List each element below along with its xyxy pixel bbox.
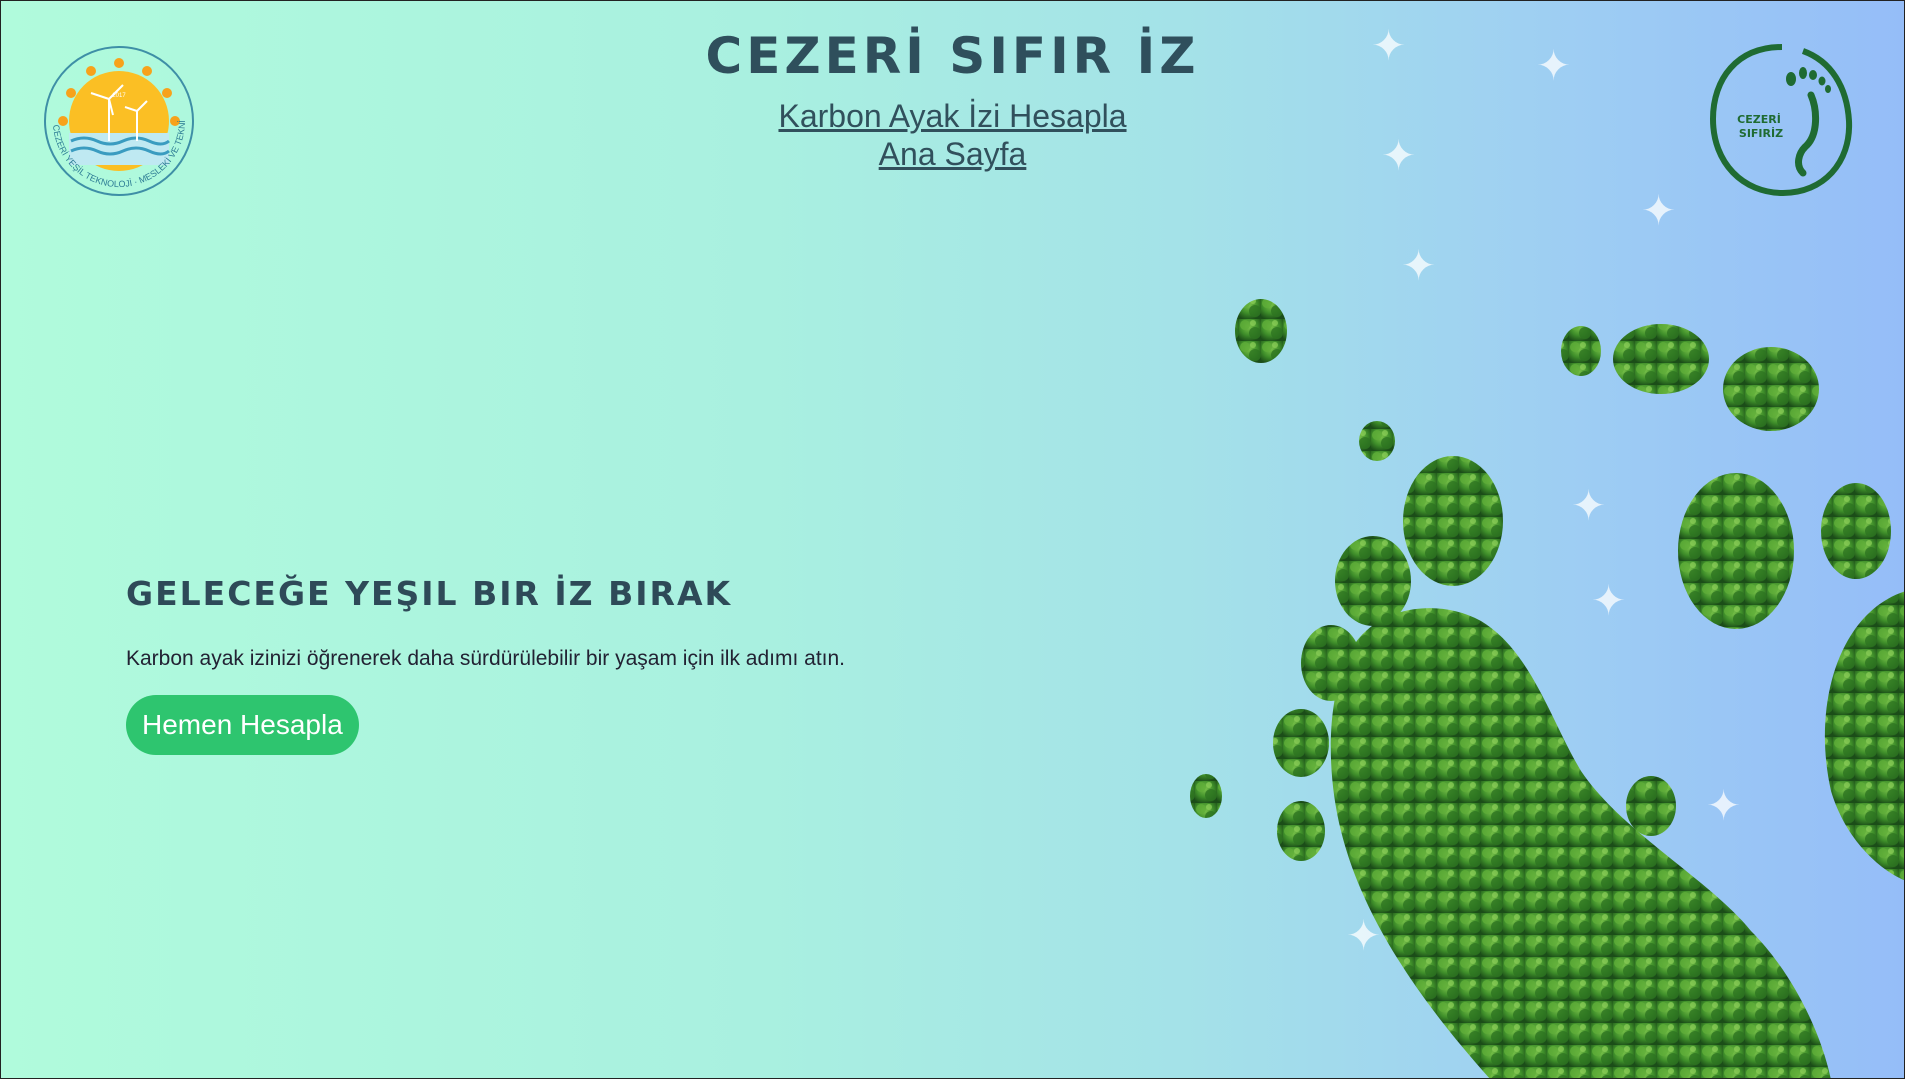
site-title: CEZERİ SIFIR İZ bbox=[705, 27, 1200, 85]
nav-link-calculate[interactable]: Karbon Ayak İzi Hesapla bbox=[1, 97, 1904, 135]
sparkle-icon: ✦ bbox=[1381, 132, 1417, 179]
sparkle-icon: ✦ bbox=[1536, 42, 1572, 89]
page: 2017 CEZERİ YEŞİL TEKNOLOJİ · MESLEKİ VE… bbox=[0, 0, 1905, 1079]
hero-section: Geleceğe Yeşil Bir İz Bırak Karbon ayak … bbox=[126, 574, 845, 755]
sparkle-icon: ✦ bbox=[1371, 22, 1407, 69]
sifiriz-logo-line1: CEZERİ bbox=[1737, 112, 1781, 126]
sparkle-icon: ✦ bbox=[1641, 187, 1677, 234]
sifiriz-logo-line2: SIFIRİZ bbox=[1739, 126, 1783, 140]
main-nav: Karbon Ayak İzi Hesapla Ana Sayfa bbox=[1, 97, 1904, 173]
hero-title: Geleceğe Yeşil Bir İz Bırak bbox=[126, 574, 733, 613]
green-footprint-image bbox=[1190, 299, 1904, 1078]
hero-subtitle: Karbon ayak izinizi öğrenerek daha sürdü… bbox=[126, 647, 846, 670]
calculate-now-button[interactable]: Hemen Hesapla bbox=[126, 695, 359, 755]
sifiriz-logo-icon: CEZERİ SIFIRİZ bbox=[1709, 44, 1853, 197]
nav-link-home[interactable]: Ana Sayfa bbox=[1, 135, 1904, 173]
